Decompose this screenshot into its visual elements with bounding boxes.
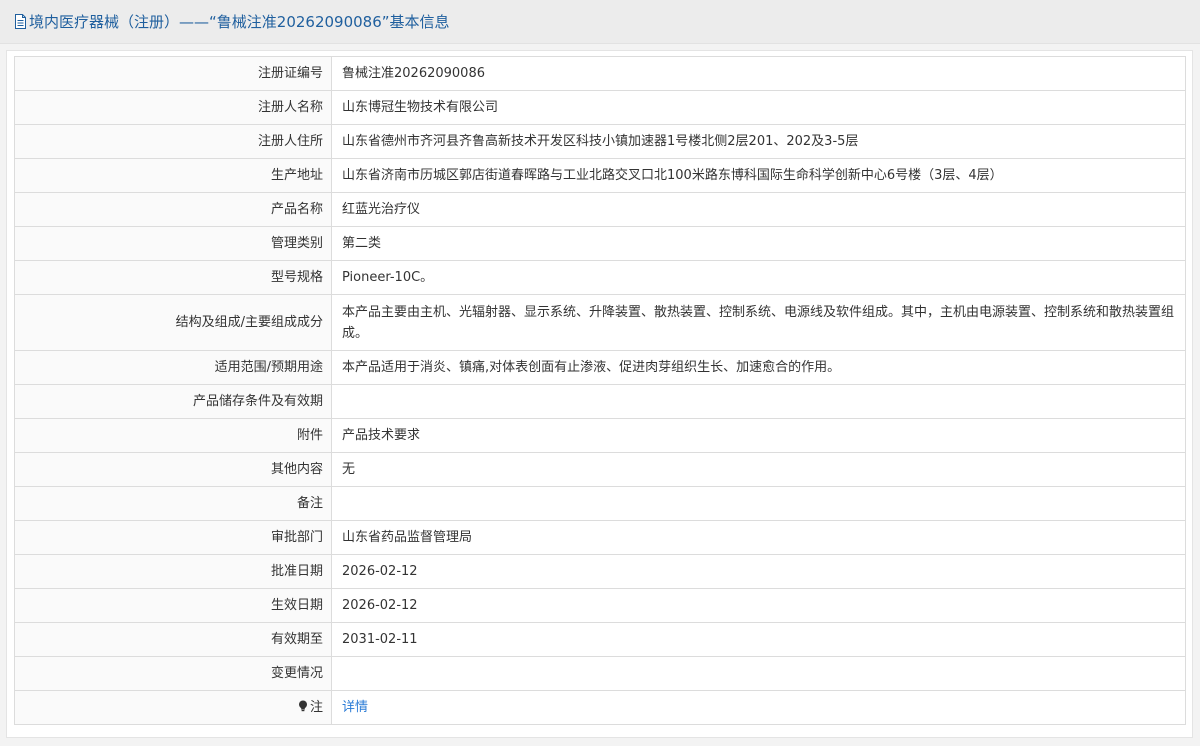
lightbulb-icon	[298, 698, 308, 712]
row-value: 产品技术要求	[331, 418, 1186, 453]
row-value: 本产品主要由主机、光辐射器、显示系统、升降装置、散热装置、控制系统、电源线及软件…	[331, 294, 1186, 351]
row-approval-department: 审批部门 山东省药品监督管理局	[14, 520, 1186, 555]
row-label: 产品储存条件及有效期	[14, 384, 332, 419]
row-label: 备注	[14, 486, 332, 521]
row-approval-date: 批准日期 2026-02-12	[14, 554, 1186, 589]
row-registrant-name: 注册人名称 山东博冠生物技术有限公司	[14, 90, 1186, 125]
page-header: 境内医疗器械（注册）——“鲁械注准20262090086”基本信息	[0, 0, 1200, 44]
row-attachment: 附件 产品技术要求	[14, 418, 1186, 453]
info-panel: 注册证编号 鲁械注准20262090086 注册人名称 山东博冠生物技术有限公司…	[6, 50, 1193, 738]
row-change-history: 变更情况	[14, 656, 1186, 691]
row-management-category: 管理类别 第二类	[14, 226, 1186, 261]
row-value	[331, 486, 1186, 521]
row-label: 有效期至	[14, 622, 332, 657]
note-label-cell: 注	[14, 690, 332, 725]
row-label: 注册人名称	[14, 90, 332, 125]
row-model-spec: 型号规格 Pioneer-10C。	[14, 260, 1186, 295]
note-label: 注	[309, 700, 323, 715]
row-value: 山东博冠生物技术有限公司	[331, 90, 1186, 125]
row-value	[331, 384, 1186, 419]
row-intended-use: 适用范围/预期用途 本产品适用于消炎、镇痛,对体表创面有止渗液、促进肉芽组织生长…	[14, 350, 1186, 385]
row-label: 批准日期	[14, 554, 332, 589]
note-value-cell: 详情	[331, 690, 1186, 725]
row-storage-validity: 产品储存条件及有效期	[14, 384, 1186, 419]
row-value: 第二类	[331, 226, 1186, 261]
page-title: 境内医疗器械（注册）——“鲁械注准20262090086”基本信息	[29, 13, 450, 31]
row-value: 本产品适用于消炎、镇痛,对体表创面有止渗液、促进肉芽组织生长、加速愈合的作用。	[331, 350, 1186, 385]
row-registrant-address: 注册人住所 山东省德州市齐河县齐鲁高新技术开发区科技小镇加速器1号楼北侧2层20…	[14, 124, 1186, 159]
row-label: 产品名称	[14, 192, 332, 227]
document-icon	[14, 14, 27, 30]
row-value: Pioneer-10C。	[331, 260, 1186, 295]
row-label: 管理类别	[14, 226, 332, 261]
row-label: 变更情况	[14, 656, 332, 691]
row-value: 山东省药品监督管理局	[331, 520, 1186, 555]
row-value: 2031-02-11	[331, 622, 1186, 657]
row-value: 2026-02-12	[331, 554, 1186, 589]
row-valid-until: 有效期至 2031-02-11	[14, 622, 1186, 657]
row-value: 红蓝光治疗仪	[331, 192, 1186, 227]
row-value: 2026-02-12	[331, 588, 1186, 623]
row-label: 注册人住所	[14, 124, 332, 159]
row-label: 适用范围/预期用途	[14, 350, 332, 385]
row-other-content: 其他内容 无	[14, 452, 1186, 487]
row-production-address: 生产地址 山东省济南市历城区郭店街道春晖路与工业北路交叉口北100米路东博科国际…	[14, 158, 1186, 193]
row-registration-number: 注册证编号 鲁械注准20262090086	[14, 56, 1186, 91]
row-value	[331, 656, 1186, 691]
row-label: 审批部门	[14, 520, 332, 555]
row-value: 山东省德州市齐河县齐鲁高新技术开发区科技小镇加速器1号楼北侧2层201、202及…	[331, 124, 1186, 159]
row-note: 注 详情	[14, 690, 1186, 725]
row-effective-date: 生效日期 2026-02-12	[14, 588, 1186, 623]
info-table: 注册证编号 鲁械注准20262090086 注册人名称 山东博冠生物技术有限公司…	[14, 56, 1186, 725]
row-value: 无	[331, 452, 1186, 487]
row-label: 生效日期	[14, 588, 332, 623]
row-product-name: 产品名称 红蓝光治疗仪	[14, 192, 1186, 227]
details-link[interactable]: 详情	[342, 700, 368, 715]
row-value: 鲁械注准20262090086	[331, 56, 1186, 91]
row-label: 结构及组成/主要组成成分	[14, 294, 332, 351]
row-remarks: 备注	[14, 486, 1186, 521]
row-value: 山东省济南市历城区郭店街道春晖路与工业北路交叉口北100米路东博科国际生命科学创…	[331, 158, 1186, 193]
row-label: 其他内容	[14, 452, 332, 487]
row-label: 生产地址	[14, 158, 332, 193]
row-label: 型号规格	[14, 260, 332, 295]
row-label: 注册证编号	[14, 56, 332, 91]
row-label: 附件	[14, 418, 332, 453]
row-structure-composition: 结构及组成/主要组成成分 本产品主要由主机、光辐射器、显示系统、升降装置、散热装…	[14, 294, 1186, 351]
